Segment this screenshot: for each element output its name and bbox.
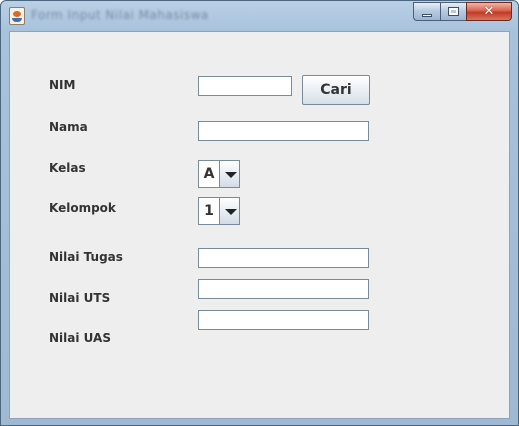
nilai-tugas-input[interactable] bbox=[198, 248, 369, 268]
chevron-down-icon[interactable] bbox=[220, 161, 239, 187]
kelompok-selected-value: 1 bbox=[199, 198, 220, 224]
window-title: Form Input Nilai Mahasiswa bbox=[31, 8, 209, 22]
close-button[interactable]: ✕ bbox=[466, 2, 512, 21]
app-window: Form Input Nilai Mahasiswa ✕ NIM Cari Na… bbox=[0, 0, 519, 426]
nim-label: NIM bbox=[49, 78, 76, 92]
title-bar[interactable]: Form Input Nilai Mahasiswa ✕ bbox=[1, 1, 518, 31]
kelas-selected-value: A bbox=[199, 161, 220, 187]
nama-label: Nama bbox=[49, 120, 88, 134]
minimize-icon bbox=[422, 14, 432, 17]
maximize-button[interactable] bbox=[440, 2, 466, 21]
nilai-uas-input[interactable] bbox=[198, 310, 369, 330]
window-controls: ✕ bbox=[413, 2, 512, 22]
java-app-icon bbox=[9, 7, 25, 25]
nilai-uts-label: Nilai UTS bbox=[49, 291, 111, 305]
nilai-uas-label: Nilai UAS bbox=[49, 331, 111, 345]
close-icon: ✕ bbox=[483, 4, 495, 19]
kelompok-label: Kelompok bbox=[49, 201, 116, 215]
nilai-tugas-label: Nilai Tugas bbox=[49, 250, 123, 264]
nilai-uts-input[interactable] bbox=[198, 279, 369, 299]
form-panel: NIM Cari Nama Kelas A Kelompok 1 Nilai T… bbox=[9, 31, 510, 419]
chevron-down-icon[interactable] bbox=[220, 198, 239, 224]
nama-input[interactable] bbox=[198, 121, 369, 141]
kelompok-dropdown[interactable]: 1 bbox=[198, 197, 240, 225]
kelas-dropdown[interactable]: A bbox=[198, 160, 240, 188]
kelas-label: Kelas bbox=[49, 161, 86, 175]
cari-button[interactable]: Cari bbox=[302, 75, 370, 105]
minimize-button[interactable] bbox=[413, 2, 440, 21]
nim-input[interactable] bbox=[198, 76, 292, 96]
maximize-icon bbox=[448, 7, 459, 16]
